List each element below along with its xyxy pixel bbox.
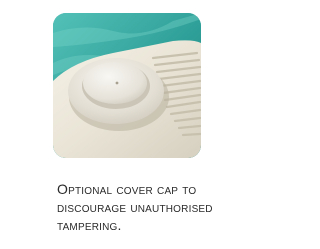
cover-cap <box>83 62 147 104</box>
product-photo <box>53 13 201 158</box>
cover-cap-photo <box>53 13 201 158</box>
cap-center-dot <box>115 81 119 85</box>
product-caption: Optional cover cap to discourage unautho… <box>57 181 213 233</box>
